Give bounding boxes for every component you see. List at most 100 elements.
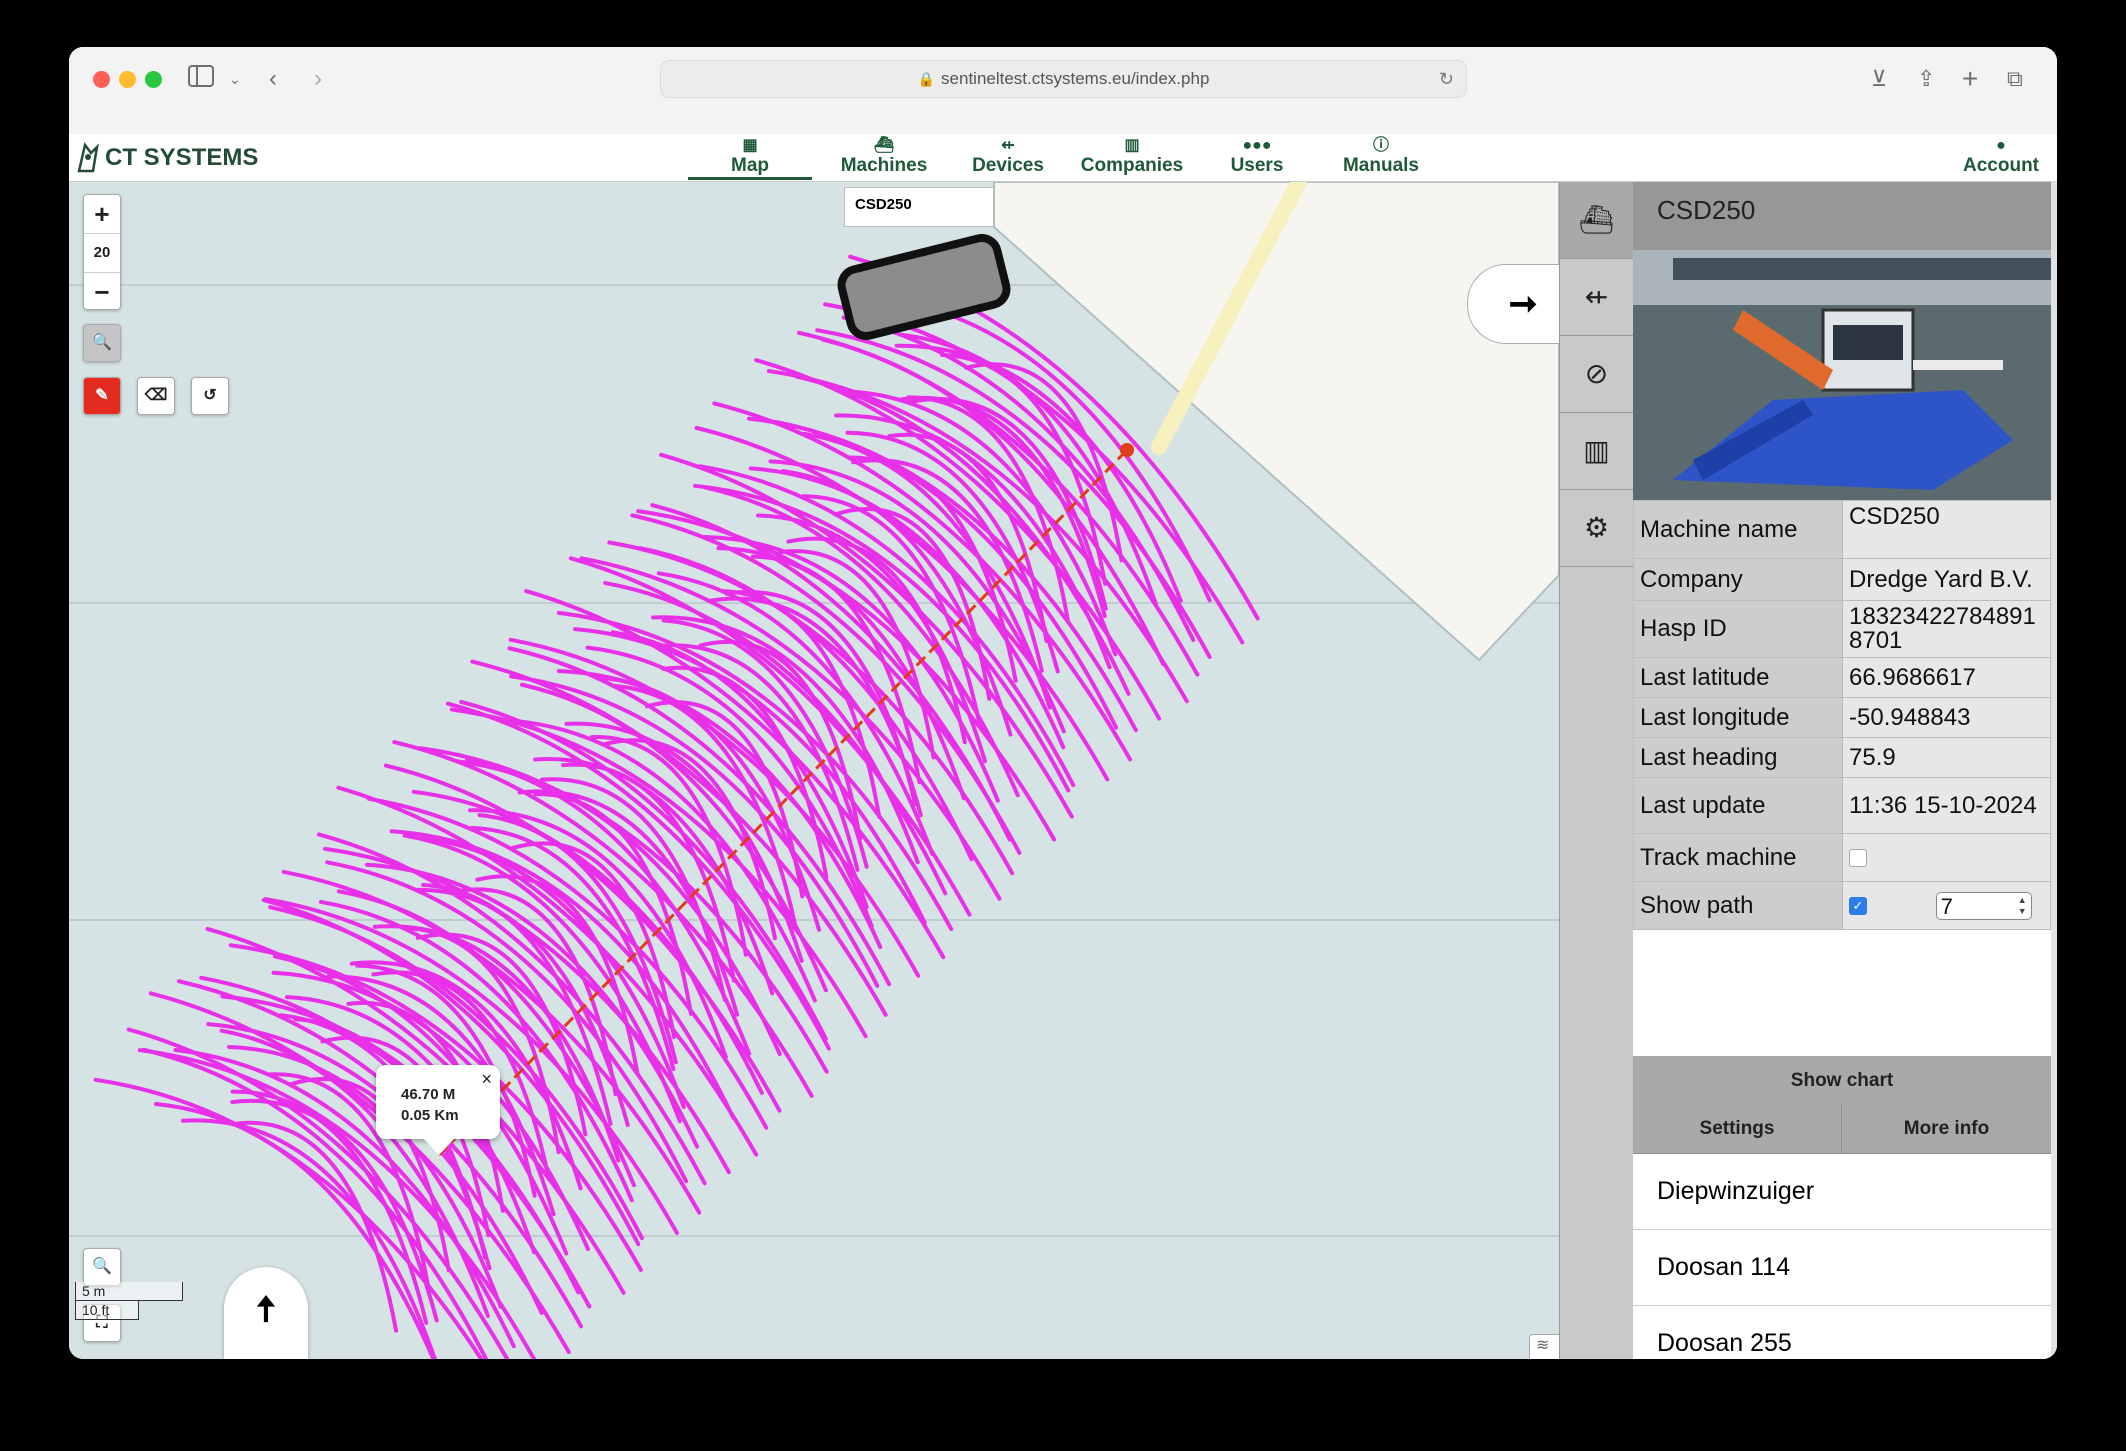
last-update-value: 11:36 15-10-2024 <box>1842 777 2051 834</box>
map-icon: ▦ <box>742 137 758 154</box>
show-path-checkbox[interactable]: ✓ <box>1849 896 1867 915</box>
field-label: Last heading <box>1633 737 1843 778</box>
nav-map[interactable]: ▦ Map <box>688 137 812 180</box>
usb-icon: ⇷ <box>1584 281 1609 312</box>
field-label: Track machine <box>1633 833 1843 882</box>
heading-value: 75.9 <box>1842 737 2051 778</box>
zoom-level: 20 <box>84 233 120 273</box>
usb-icon: ⇷ <box>1001 137 1015 154</box>
layers-button[interactable]: ≋ <box>1529 1334 1559 1359</box>
measure-popup: 46.70 M 0.05 Km × <box>376 1065 500 1155</box>
north-arrow-button[interactable]: 🠅 <box>224 1267 308 1359</box>
toggle-panel-button[interactable]: ➞ <box>1467 264 1559 344</box>
measure-km: 0.05 Km <box>401 1107 459 1124</box>
layers-icon: ≋ <box>1536 1337 1550 1354</box>
tab-machine[interactable]: ⛴ <box>1560 182 1633 259</box>
list-item[interactable]: Diepwinzuiger <box>1633 1154 2051 1230</box>
ct-logo-icon <box>77 142 99 173</box>
ship-icon: ⛴ <box>873 137 895 154</box>
building-icon: ▥ <box>1124 137 1140 154</box>
info-icon: ⓘ <box>1372 137 1389 154</box>
ship-icon: ⛴ <box>1578 204 1615 235</box>
machine-name-value: CSD250 <box>1842 500 2051 559</box>
map-canvas[interactable]: CSD250 + 20 − 🔍 ✎ ⌫ ↺ 46.70 M 0.05 Km × … <box>69 182 1559 1359</box>
field-label: Show path <box>1633 881 1843 930</box>
machine-marker[interactable] <box>837 234 1011 340</box>
undo-button[interactable]: ↺ <box>191 377 229 415</box>
hasp-id-value: 183234227848918701 <box>1842 600 2051 658</box>
map-layer <box>69 182 1559 1359</box>
zoom-search-button[interactable]: 🔍 <box>83 324 121 362</box>
draw-tool-button[interactable]: ✎ <box>83 377 121 415</box>
machine-details-table: Machine name CSD250 Company Dredge Yard … <box>1633 500 2051 930</box>
settings-button[interactable]: Settings <box>1633 1104 1842 1154</box>
nav-manuals[interactable]: ⓘ Manuals <box>1319 137 1443 177</box>
measure-meters: 46.70 M <box>401 1086 456 1103</box>
close-icon[interactable]: × <box>481 1069 492 1090</box>
list-item[interactable]: Doosan 114 <box>1633 1230 2051 1306</box>
track-machine-checkbox[interactable] <box>1849 849 1867 868</box>
nav-machines[interactable]: ⛴ Machines <box>822 137 946 177</box>
track-machine-cell <box>1842 833 2051 882</box>
chevron-down-icon[interactable]: ⌄ <box>229 65 241 93</box>
field-label: Last update <box>1633 777 1843 834</box>
eye-slash-icon: ⊘ <box>1584 358 1609 389</box>
measure-end-point[interactable] <box>1120 443 1134 457</box>
forward-arrow-icon[interactable]: › <box>314 65 322 93</box>
close-window-button[interactable] <box>93 71 110 88</box>
lock-icon: 🔒 <box>917 71 936 87</box>
brand-logo[interactable]: CT SYSTEMS <box>75 138 258 178</box>
magnifier-icon: 🔍 <box>92 1258 112 1275</box>
panel-tab-bar: ⛴ ⇷ ⊘ ▥ ⚙ <box>1559 182 1633 1359</box>
address-bar[interactable]: 🔒 sentineltest.ctsystems.eu/index.php ↻ <box>660 60 1467 98</box>
field-label: Machine name <box>1633 500 1843 559</box>
tab-overview-icon[interactable]: ⧉ <box>2007 65 2023 93</box>
erase-tool-button[interactable]: ⌫ <box>137 377 175 415</box>
zoom-control: + 20 − <box>83 194 121 310</box>
more-info-button[interactable]: More info <box>1842 1104 2051 1154</box>
machine-map-label: CSD250 <box>844 187 994 227</box>
minimize-window-button[interactable] <box>119 71 136 88</box>
zoom-in-button[interactable]: + <box>84 195 120 233</box>
machine-list: Diepwinzuiger Doosan 114 Doosan 255 <box>1633 1154 2051 1359</box>
nav-devices[interactable]: ⇷ Devices <box>946 137 1070 177</box>
brand-name: CT SYSTEMS <box>105 144 259 171</box>
company-value: Dredge Yard B.V. <box>1842 558 2051 601</box>
arrow-right-icon: ➞ <box>1508 285 1538 323</box>
download-icon[interactable]: ⊻ <box>1871 65 1887 93</box>
browser-toolbar: ⌄ ‹ › 🔒 sentineltest.ctsystems.eu/index.p… <box>69 47 2057 135</box>
latitude-value: 66.9686617 <box>1842 657 2051 698</box>
browser-window: ⌄ ‹ › 🔒 sentineltest.ctsystems.eu/index.p… <box>69 47 2057 1359</box>
back-arrow-icon[interactable]: ‹ <box>269 65 277 93</box>
show-path-cell: ✓ 7 ▲ ▼ <box>1842 881 2051 930</box>
arrow-up-icon: 🠅 <box>256 1288 276 1329</box>
list-item[interactable]: Doosan 255 <box>1633 1306 2051 1359</box>
tab-company[interactable]: ▥ <box>1560 413 1633 490</box>
show-chart-button[interactable]: Show chart <box>1633 1056 2051 1106</box>
eraser-icon: ⌫ <box>144 387 168 404</box>
tab-device[interactable]: ⇷ <box>1560 259 1633 336</box>
url-text: sentineltest.ctsystems.eu/index.php <box>941 69 1210 88</box>
zoom-out-button[interactable]: − <box>84 273 120 311</box>
nav-companies[interactable]: ▥ Companies <box>1069 137 1195 177</box>
tab-settings[interactable]: ⚙ <box>1560 490 1633 567</box>
search-button[interactable]: 🔍 <box>83 1248 121 1286</box>
sidebar-toggle-icon[interactable] <box>188 65 214 94</box>
user-icon: ● <box>1996 137 2006 154</box>
share-icon[interactable]: ⇪ <box>1917 65 1935 93</box>
path-days-input[interactable]: 7 ▲ ▼ <box>1935 891 2032 920</box>
panel-scrollbar[interactable] <box>2051 182 2057 1359</box>
reload-icon[interactable]: ↻ <box>1439 61 1454 97</box>
machine-photo <box>1633 250 2051 500</box>
app-navbar: CT SYSTEMS ▦ Map ⛴ Machines ⇷ Devices ▥ Comp… <box>69 134 2057 182</box>
maximize-window-button[interactable] <box>145 71 162 88</box>
stepper-arrows-icon[interactable]: ▲ ▼ <box>2018 895 2027 917</box>
undo-icon: ↺ <box>203 387 217 404</box>
field-label: Last latitude <box>1633 657 1843 698</box>
tab-visibility[interactable]: ⊘ <box>1560 336 1633 413</box>
nav-users[interactable]: ●●● Users <box>1195 137 1319 177</box>
machine-path-track <box>93 254 1260 1359</box>
track-stroke <box>180 1118 437 1359</box>
nav-account[interactable]: ● Account <box>1949 137 2053 177</box>
new-tab-icon[interactable]: + <box>1962 65 1978 93</box>
